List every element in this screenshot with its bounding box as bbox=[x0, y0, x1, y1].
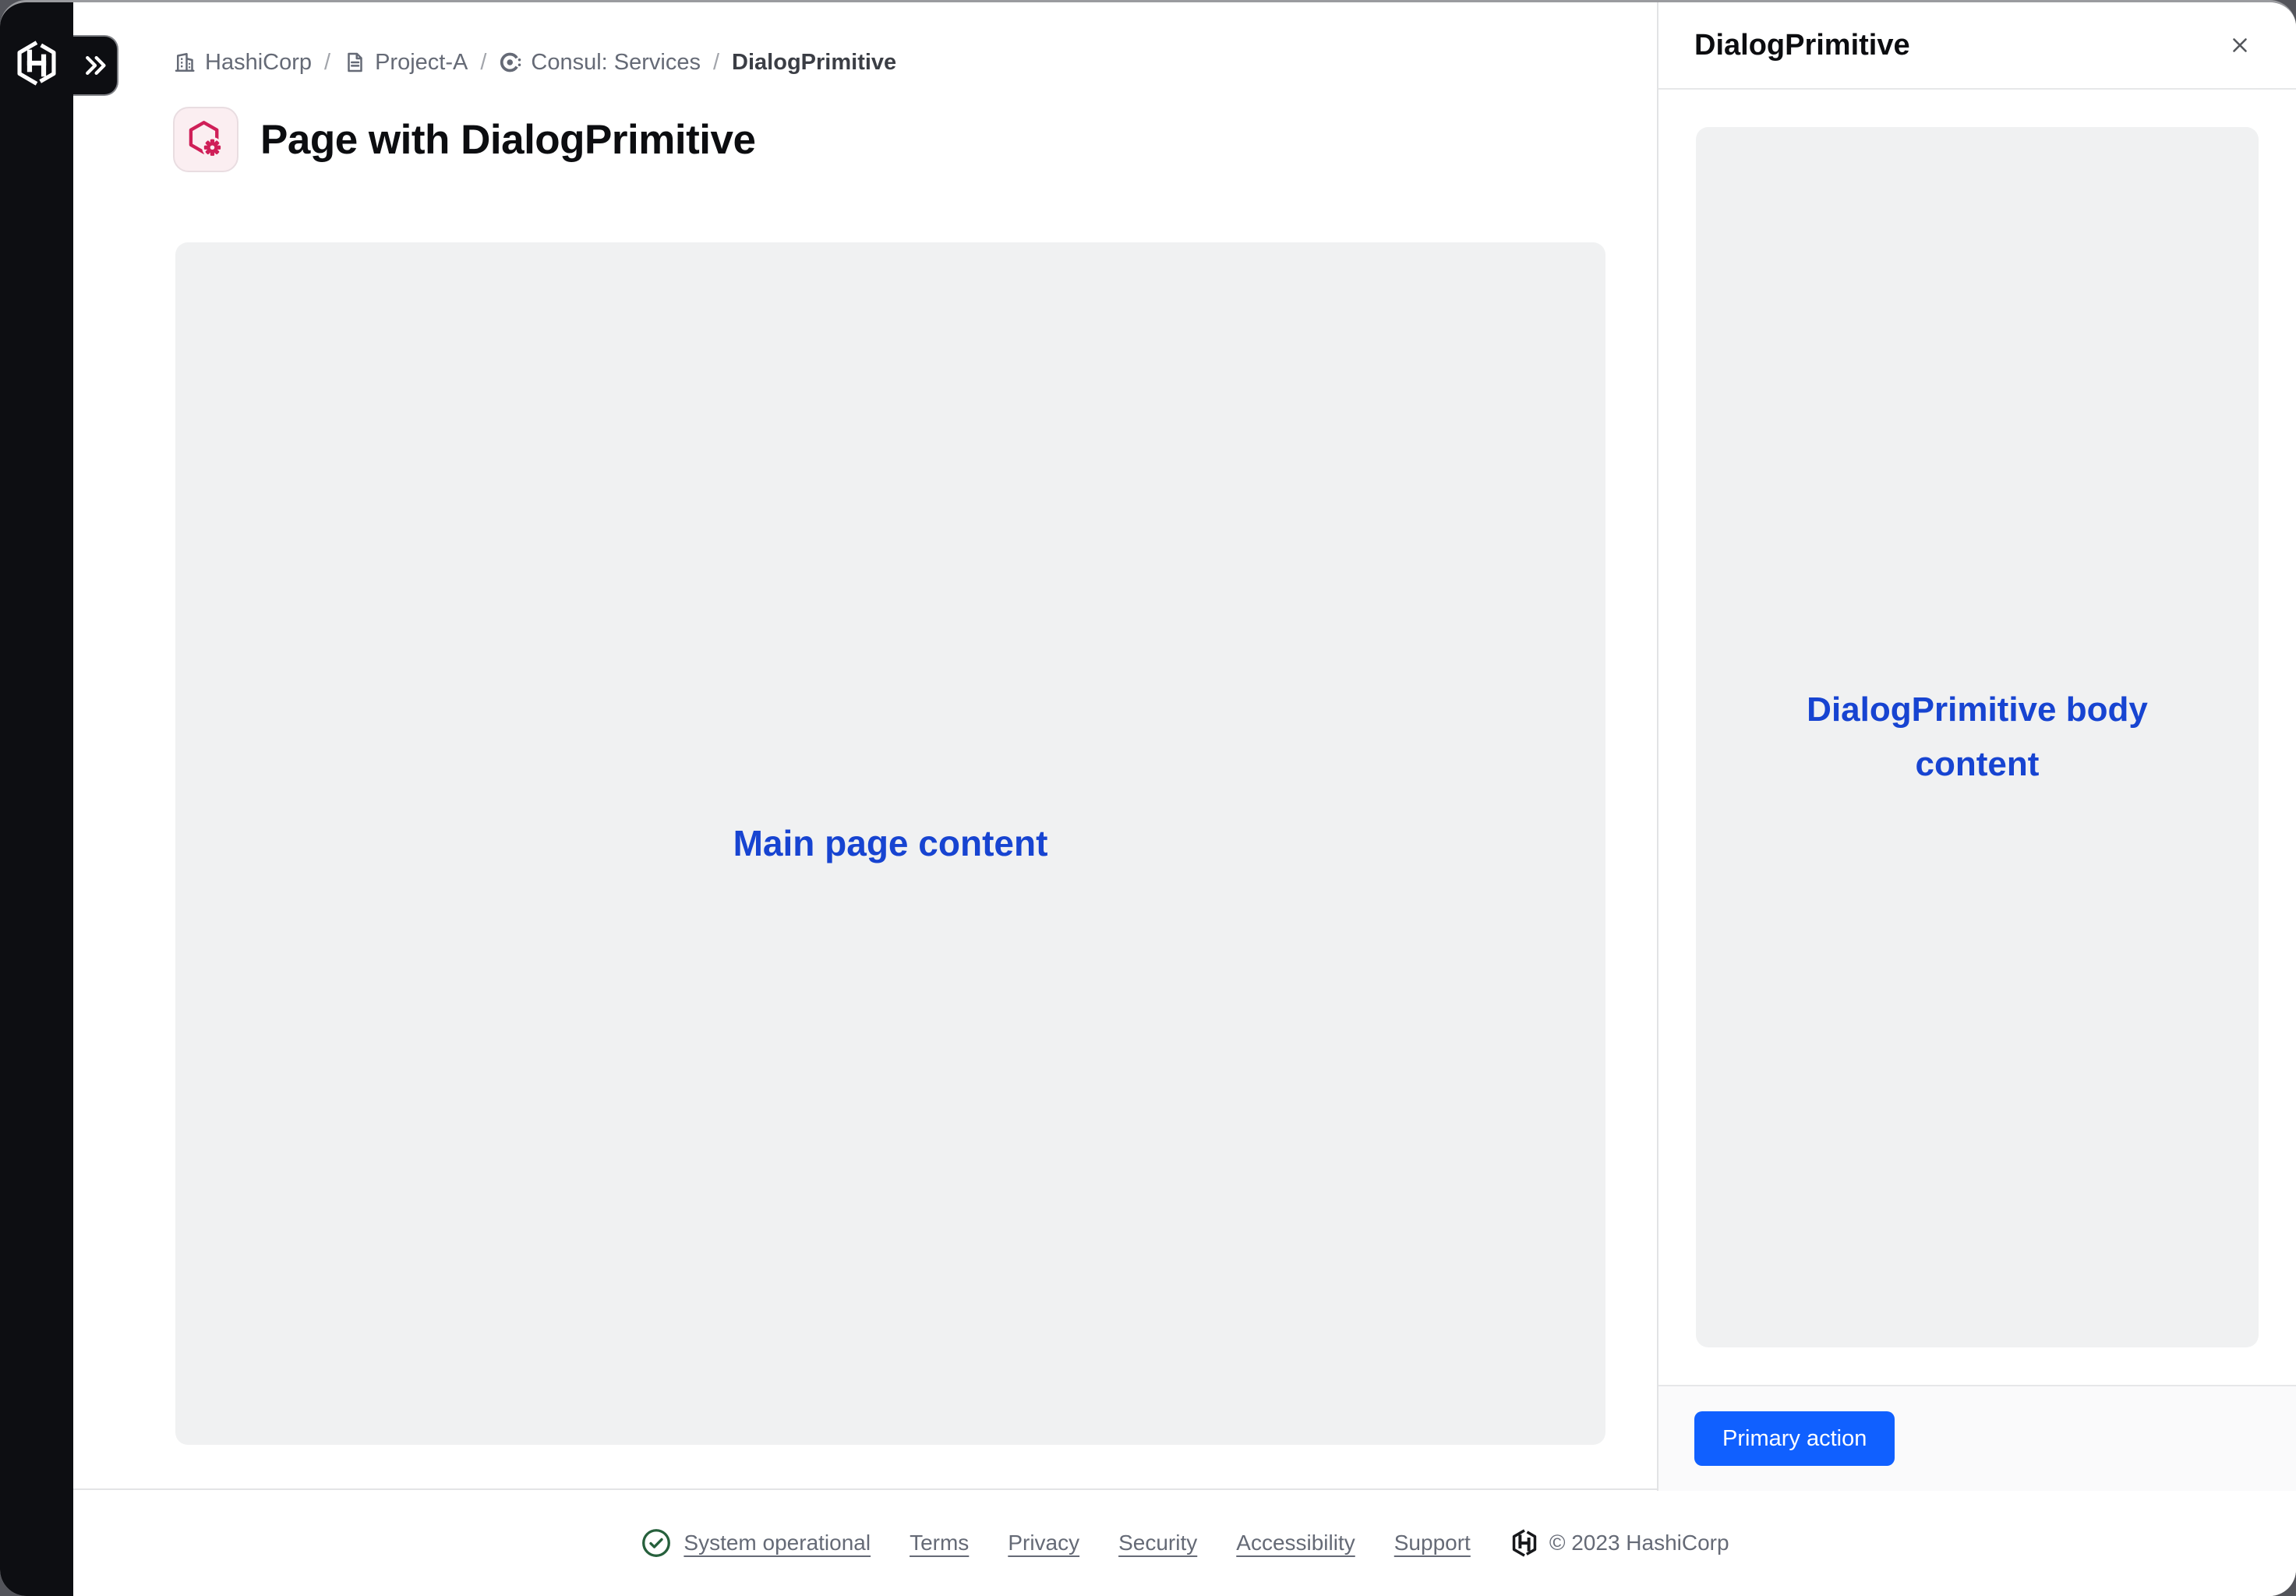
dialog-body-placeholder: DialogPrimitive body content bbox=[1696, 127, 2259, 1347]
dialog-title: DialogPrimitive bbox=[1694, 29, 1910, 62]
consul-icon bbox=[499, 51, 522, 74]
breadcrumb-label: HashiCorp bbox=[205, 50, 312, 76]
main-content-placeholder: Main page content bbox=[175, 242, 1605, 1445]
dialog-placeholder-text: DialogPrimitive body content bbox=[1794, 683, 2160, 793]
main-placeholder-text: Main page content bbox=[733, 815, 1048, 873]
dialog-panel: DialogPrimitive DialogPrimitive body con… bbox=[1657, 2, 2296, 1491]
breadcrumb-separator: / bbox=[713, 50, 719, 76]
breadcrumb: HashiCorp / Project-A / bbox=[173, 48, 896, 77]
breadcrumb-item-consul-services[interactable]: Consul: Services bbox=[499, 50, 701, 76]
primary-action-button[interactable]: Primary action bbox=[1694, 1411, 1895, 1466]
hashicorp-logo-icon bbox=[12, 39, 61, 87]
dialog-close-button[interactable] bbox=[2220, 25, 2260, 65]
main-content-area: HashiCorp / Project-A / bbox=[73, 2, 1657, 1488]
hashicorp-home-link[interactable] bbox=[12, 38, 62, 88]
chevrons-right-icon bbox=[81, 51, 109, 79]
footer-link-terms[interactable]: Terms bbox=[910, 1531, 969, 1555]
page-title-icon-badge bbox=[173, 107, 238, 172]
org-icon bbox=[173, 51, 196, 74]
hashicorp-logo-icon bbox=[1510, 1528, 1539, 1558]
footer-link-security[interactable]: Security bbox=[1118, 1531, 1197, 1555]
footer-link-support[interactable]: Support bbox=[1394, 1531, 1471, 1555]
footer-link-privacy[interactable]: Privacy bbox=[1008, 1531, 1079, 1555]
breadcrumb-item-current: DialogPrimitive bbox=[732, 50, 896, 76]
app-window: HashiCorp / Project-A / bbox=[0, 0, 2296, 1596]
page-title: Page with DialogPrimitive bbox=[260, 116, 755, 164]
close-icon bbox=[2228, 34, 2252, 57]
breadcrumb-separator: / bbox=[480, 50, 486, 76]
expand-sidebar-button[interactable] bbox=[73, 35, 118, 96]
dialog-header: DialogPrimitive bbox=[1658, 2, 2296, 90]
hexagon-gear-icon bbox=[183, 117, 228, 162]
breadcrumb-label: Project-A bbox=[375, 50, 468, 76]
system-status: System operational bbox=[640, 1527, 871, 1559]
dialog-body: DialogPrimitive body content bbox=[1658, 90, 2296, 1385]
check-circle-icon bbox=[640, 1527, 673, 1559]
breadcrumb-separator: / bbox=[324, 50, 330, 76]
copyright: © 2023 HashiCorp bbox=[1510, 1528, 1729, 1558]
page-header: Page with DialogPrimitive bbox=[173, 106, 755, 173]
dialog-footer: Primary action bbox=[1658, 1385, 2296, 1491]
sidebar bbox=[0, 2, 73, 1596]
breadcrumb-item-project-a[interactable]: Project-A bbox=[343, 50, 468, 76]
copyright-text: © 2023 HashiCorp bbox=[1549, 1531, 1729, 1555]
breadcrumb-item-hashicorp[interactable]: HashiCorp bbox=[173, 50, 312, 76]
breadcrumb-label: Consul: Services bbox=[531, 50, 701, 76]
system-status-link[interactable]: System operational bbox=[684, 1531, 871, 1555]
footer-link-accessibility[interactable]: Accessibility bbox=[1236, 1531, 1355, 1555]
app-footer: System operational Terms Privacy Securit… bbox=[73, 1488, 2296, 1596]
file-text-icon bbox=[343, 51, 366, 74]
